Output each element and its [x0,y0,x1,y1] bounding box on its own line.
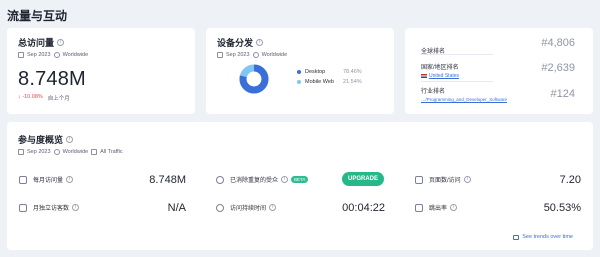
globe-icon [252,52,259,58]
info-icon[interactable]: i [66,176,74,183]
global-rank-value: #4,806 [541,37,575,49]
calendar-icon [19,175,27,184]
beta-badge: BETA [291,176,309,183]
users-icon [216,175,224,184]
info-icon[interactable]: i [72,204,80,211]
info-icon[interactable]: i [66,136,74,143]
date-label: Sep 2023 [27,149,51,155]
info-icon[interactable]: i [269,204,277,211]
total-visits-meta: Sep 2023 Worldwide [18,52,88,58]
monthly-visits-label: 每月访问量 i [33,175,74,184]
ranks-card: 全球排名 #4,806 国家/地区排名 United States #2,639… [405,28,593,114]
engagement-meta: Sep 2023 Worldwide All Traffic [18,149,123,155]
device-donut-chart [239,64,269,94]
info-icon[interactable]: i [57,39,65,46]
upgrade-button[interactable]: UPGRADE [342,172,384,186]
page-title: 流量与互动 [7,9,68,23]
monthly-visits-metric: 每月访问量 i [19,175,74,184]
legend-pct: 78.46% [343,69,362,75]
device-title: 设备分发 [217,38,254,48]
info-icon[interactable]: i [256,39,264,46]
dedup-audience-label: 已消除重复的受众 i BETA [230,175,309,184]
engagement-card: 参与度概览 i Sep 2023 Worldwide All Traffic 每… [7,122,593,250]
monthly-unique-label: 月独立访客数 i [33,203,80,212]
info-icon[interactable]: i [450,204,458,211]
info-icon[interactable]: i [281,176,289,183]
desktop-dot [297,70,301,74]
legend-label: Desktop [305,69,326,75]
traffic-label: All Traffic [100,149,123,155]
globe-icon [53,149,60,155]
delta-value: ↓ -10.08% [18,94,43,100]
total-visits-delta: ↓ -10.08% 自上个月 [18,94,86,102]
region-label: Worldwide [261,52,288,58]
monthly-visits-value: 8.748M [149,174,186,186]
bounce-rate-label: 跳出率 i [429,203,458,212]
visit-duration-metric: 访问持续时间 i [216,203,277,212]
device-title-row: 设备分发 i [217,36,287,49]
region-label: Worldwide [62,52,89,58]
country-rank-row: 国家/地区排名 United States #2,639 [421,62,575,79]
info-icon[interactable]: i [463,176,471,183]
region-label: Worldwide [62,149,89,155]
pages-per-visit-label: 页面数/访问 i [429,175,471,184]
us-flag-icon [421,74,427,78]
engagement-title-row: 参与度概览 i [18,133,123,146]
country-rank-value: #2,639 [541,62,575,74]
global-rank-row: 全球排名 #4,806 [421,37,575,58]
bounce-icon [415,203,423,212]
engagement-title: 参与度概览 [18,135,64,145]
date-label: Sep 2023 [226,52,250,58]
category-rank-value: #124 [550,88,575,100]
visit-duration-value: 00:04:22 [342,202,385,214]
pages-per-visit-value: 7.20 [559,174,581,186]
category-rank-row: 行业排名 …/Programming_and_Developer_Softwar… [421,86,575,102]
calendar-icon [18,149,24,155]
category-name[interactable]: …/Programming_and_Developer_Software [421,97,507,102]
legend-pct: 21.54% [343,79,362,85]
legend-item-mobile: Mobile Web 21.54% [297,79,362,85]
total-visits-title-row: 总访问量 i [18,36,88,49]
divider [421,54,493,55]
monthly-unique-value: N/A [167,202,186,214]
clock-icon [216,203,224,212]
mobile-dot [297,80,301,84]
trend-chart-icon [513,234,520,240]
visit-duration-label: 访问持续时间 i [230,203,277,212]
monthly-unique-metric: 月独立访客数 i [19,203,80,212]
device-card: 设备分发 i Sep 2023 Worldwide Desktop 78.46%… [206,28,394,114]
device-meta: Sep 2023 Worldwide [217,52,287,58]
pages-icon [415,175,423,184]
pages-per-visit-metric: 页面数/访问 i [415,175,471,184]
calendar-icon [217,52,223,58]
country-name[interactable]: United States [429,73,459,79]
bounce-rate-value: 50.53% [543,202,581,214]
trends-link[interactable]: See trends over time [513,234,573,240]
traffic-icon [91,149,98,155]
legend-label: Mobile Web [305,79,334,85]
total-visits-title: 总访问量 [18,38,55,48]
person-icon [19,203,27,212]
delta-note: 自上个月 [47,96,70,102]
total-visits-card: 总访问量 i Sep 2023 Worldwide 8.748M ↓ -10.0… [7,28,195,114]
calendar-icon [18,52,24,58]
legend-item-desktop: Desktop 78.46% [297,69,362,75]
date-label: Sep 2023 [27,52,51,58]
total-visits-value: 8.748M [18,68,86,90]
bounce-rate-metric: 跳出率 i [415,203,458,212]
divider [421,81,493,82]
globe-icon [53,52,60,58]
device-legend: Desktop 78.46% Mobile Web 21.54% [297,69,362,85]
dedup-audience-metric: 已消除重复的受众 i BETA [216,175,309,184]
